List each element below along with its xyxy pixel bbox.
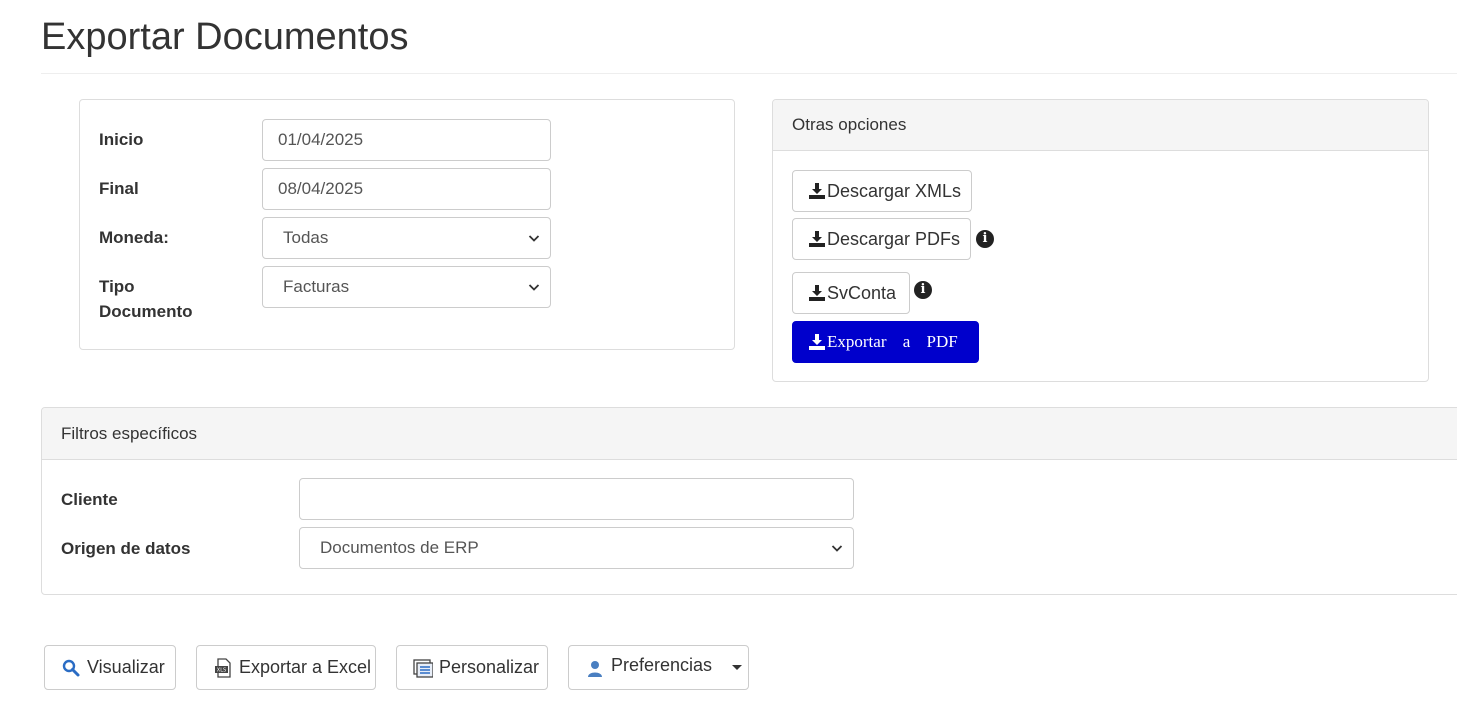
start-date-input[interactable]: 01/04/2025 [262, 119, 551, 161]
download-icon [808, 333, 826, 351]
search-icon [61, 658, 81, 678]
title-divider [41, 73, 1457, 74]
download-pdfs-label: Descargar PDFs [827, 228, 961, 249]
download-icon [808, 230, 826, 248]
svconta-button[interactable]: SvConta [792, 272, 910, 314]
download-icon [808, 182, 826, 200]
download-icon [808, 284, 826, 302]
excel-file-icon: XLS [213, 657, 233, 678]
visualize-button[interactable]: Visualizar [44, 645, 176, 690]
data-source-select[interactable]: Documentos de ERP [299, 527, 854, 569]
export-excel-label: Exportar a Excel [239, 657, 372, 677]
page-title: Exportar Documentos [41, 16, 409, 58]
other-options-heading: Otras opciones [773, 100, 1428, 151]
visualize-label: Visualizar [87, 657, 165, 677]
start-date-label: Inicio [99, 130, 144, 149]
currency-select-value: Todas [283, 228, 329, 247]
doctype-select-value: Facturas [283, 277, 350, 296]
currency-label: Moneda: [99, 228, 169, 247]
svg-text:XLS: XLS [217, 667, 226, 673]
data-source-label: Origen de datos [61, 539, 191, 558]
end-date-input[interactable]: 08/04/2025 [262, 168, 551, 210]
download-xmls-button[interactable]: Descargar XMLs [792, 170, 972, 212]
chevron-down-icon [528, 218, 542, 258]
svconta-label: SvConta [827, 282, 897, 303]
main-filter-panel: Inicio 01/04/2025 Final 08/04/2025 Moned… [79, 99, 735, 350]
info-icon[interactable]: i [914, 281, 932, 299]
other-options-panel: Otras opciones Descargar XMLs Descargar … [772, 99, 1429, 382]
customize-button[interactable]: Personalizar [396, 645, 548, 690]
end-date-label: Final [99, 179, 139, 198]
doctype-label: Tipo Documento [99, 274, 193, 324]
export-excel-button[interactable]: XLS Exportar a Excel [196, 645, 376, 690]
doctype-select[interactable]: Facturas [262, 266, 551, 308]
preferences-label: Preferencias [611, 655, 713, 675]
customize-icon [413, 658, 434, 678]
chevron-down-icon [831, 528, 845, 568]
doctype-label-line1: Tipo [99, 277, 135, 296]
download-xmls-label: Descargar XMLs [827, 180, 962, 201]
info-icon[interactable]: i [976, 230, 994, 248]
preferences-dropdown-button[interactable]: Preferencias [568, 645, 749, 690]
customize-label: Personalizar [439, 657, 540, 677]
specific-filters-panel: Filtros específicos Cliente Origen de da… [41, 407, 1457, 595]
export-pdf-button[interactable]: Exportar a PDF [792, 321, 979, 363]
specific-filters-heading: Filtros específicos [42, 408, 1457, 460]
data-source-select-value: Documentos de ERP [320, 538, 479, 557]
client-label: Cliente [61, 490, 118, 509]
currency-select[interactable]: Todas [262, 217, 551, 259]
client-input[interactable] [299, 478, 854, 520]
chevron-down-icon [528, 267, 542, 307]
caret-down-icon [732, 665, 743, 670]
doctype-label-line2: Documento [99, 302, 193, 321]
export-pdf-label: Exportar a PDF [827, 332, 958, 351]
user-icon [585, 658, 605, 678]
download-pdfs-button[interactable]: Descargar PDFs [792, 218, 971, 260]
